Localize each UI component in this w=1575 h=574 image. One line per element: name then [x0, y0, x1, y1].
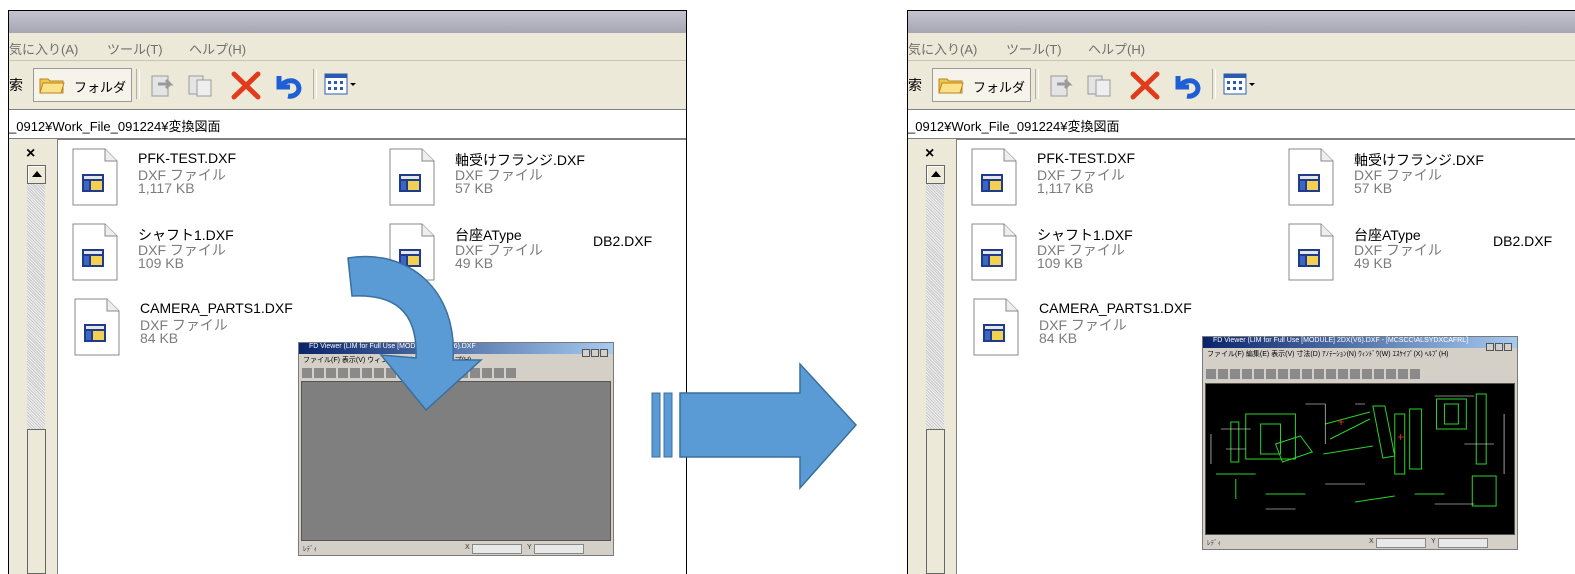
cad-viewer-window[interactable]: FD Viewer (LIM for Full Use [MODULE] 2DX… [1202, 336, 1518, 550]
copy-to-icon[interactable] [185, 70, 219, 100]
dxf-file-icon [74, 298, 120, 356]
toolbar-separator [313, 69, 317, 99]
viewer-menu[interactable]: ファイル(F) 編集(E) 表示(V) 寸法(D) ｱﾉﾃｰｼｮﾝ(N) ｳｨﾝ… [1207, 349, 1448, 359]
toolbar-separator [136, 69, 140, 99]
viewer-toolbar[interactable] [1205, 367, 1515, 381]
menu-tools[interactable]: ツール(T) [1006, 39, 1062, 58]
dxf-file-icon [72, 223, 118, 281]
delete-icon[interactable] [1128, 70, 1162, 100]
copy-to-icon[interactable] [1084, 70, 1118, 100]
file-item[interactable]: シャフト1.DXF DXF ファイル 109 KB [971, 223, 1291, 283]
menu-bar: 気に入り(A) ツール(T) ヘルプ(H) [9, 33, 686, 61]
title-bar [908, 11, 1575, 33]
viewer-status-bar: ﾚﾃﾞｨ X Y [1205, 537, 1515, 548]
file-name-fragment: DB2.DXF [1493, 233, 1553, 249]
undo-icon[interactable] [271, 70, 305, 100]
close-pane-button[interactable]: × [925, 145, 934, 163]
file-item[interactable]: 軸受けフランジ.DXF DXF ファイル 57 KB [1288, 148, 1575, 208]
dxf-file-icon [1288, 223, 1334, 281]
explorer-window-before: 気に入り(A) ツール(T) ヘルプ(H) 索 フォルダ _0912¥Work_… [8, 10, 687, 574]
dxf-file-icon [973, 298, 1019, 356]
scrollbar-thumb[interactable] [926, 429, 945, 574]
views-icon[interactable] [323, 70, 357, 100]
explorer-window-after: 気に入り(A) ツール(T) ヘルプ(H) 索 フォルダ _0912¥Work_… [907, 10, 1575, 574]
scroll-up-button[interactable] [27, 165, 46, 184]
dxf-file-icon [72, 148, 118, 206]
delete-icon[interactable] [229, 70, 263, 100]
dxf-file-icon [389, 148, 435, 206]
move-to-icon[interactable] [146, 70, 180, 100]
folders-pane: × [9, 139, 51, 574]
viewer-title-bar: FD Viewer (LIM for Full Use [MODULE] 2DX… [1203, 337, 1517, 351]
drag-drop-arrow [347, 255, 483, 412]
address-path: _0912¥Work_File_091224¥変換図面 [908, 119, 1120, 134]
move-to-icon[interactable] [1045, 70, 1079, 100]
window-controls[interactable] [581, 344, 611, 357]
folders-button[interactable]: フォルダ [932, 68, 1031, 102]
cad-drawing [1210, 393, 1505, 510]
file-list: PFK-TEST.DXF DXF ファイル 1,117 KB 軸受けフランジ.D… [57, 139, 686, 574]
close-pane-button[interactable]: × [26, 145, 35, 163]
toolbar-separator [1212, 69, 1216, 99]
address-bar[interactable]: _0912¥Work_File_091224¥変換図面 [908, 109, 1575, 139]
menu-tools[interactable]: ツール(T) [107, 39, 163, 58]
dxf-file-icon [971, 223, 1017, 281]
address-bar[interactable]: _0912¥Work_File_091224¥変換図面 [9, 109, 686, 139]
file-item[interactable]: PFK-TEST.DXF DXF ファイル 1,117 KB [971, 148, 1291, 208]
scrollbar-thumb[interactable] [27, 429, 46, 574]
toolbar: 索 フォルダ [908, 61, 1575, 108]
file-name-fragment: DB2.DXF [593, 233, 653, 249]
views-icon[interactable] [1222, 70, 1256, 100]
folders-button[interactable]: フォルダ [33, 68, 132, 102]
file-item[interactable]: 台座AType DXF ファイル 49 KB [1288, 223, 1575, 283]
undo-icon[interactable] [1170, 70, 1204, 100]
window-controls[interactable] [1485, 338, 1515, 351]
file-item[interactable]: 軸受けフランジ.DXF DXF ファイル 57 KB [389, 148, 686, 208]
toolbar-separator [1035, 69, 1039, 99]
search-button[interactable]: 索 [9, 75, 23, 95]
folder-icon [39, 78, 65, 94]
search-button[interactable]: 索 [908, 75, 922, 95]
content-area: × PFK-TEST.DXF DXF ファイル 1,117 KB 軸受けフランジ… [908, 139, 1575, 574]
address-path: _0912¥Work_File_091224¥変換図面 [9, 119, 221, 134]
folder-icon [938, 78, 964, 94]
file-list: PFK-TEST.DXF DXF ファイル 1,117 KB 軸受けフランジ.D… [956, 139, 1575, 574]
menu-bar: 気に入り(A) ツール(T) ヘルプ(H) [908, 33, 1575, 61]
menu-favorites[interactable]: 気に入り(A) [908, 39, 977, 58]
toolbar: 索 フォルダ [9, 61, 686, 108]
content-area: × PFK-TEST.DXF DXF ファイル 1,117 KB 軸受けフランジ… [9, 139, 686, 574]
menu-help[interactable]: ヘルプ(H) [189, 39, 246, 58]
cad-drawing-canvas[interactable] [1205, 383, 1515, 535]
dxf-file-icon [971, 148, 1017, 206]
folders-pane: × [908, 139, 950, 574]
menu-help[interactable]: ヘルプ(H) [1088, 39, 1145, 58]
menu-favorites[interactable]: 気に入り(A) [9, 39, 78, 58]
transition-arrow [651, 362, 858, 490]
scroll-up-button[interactable] [926, 165, 945, 184]
file-item[interactable]: PFK-TEST.DXF DXF ファイル 1,117 KB [72, 148, 392, 208]
title-bar [9, 11, 686, 33]
dxf-file-icon [1288, 148, 1334, 206]
viewer-status-bar: ﾚﾃﾞｨ X Y [301, 543, 611, 554]
